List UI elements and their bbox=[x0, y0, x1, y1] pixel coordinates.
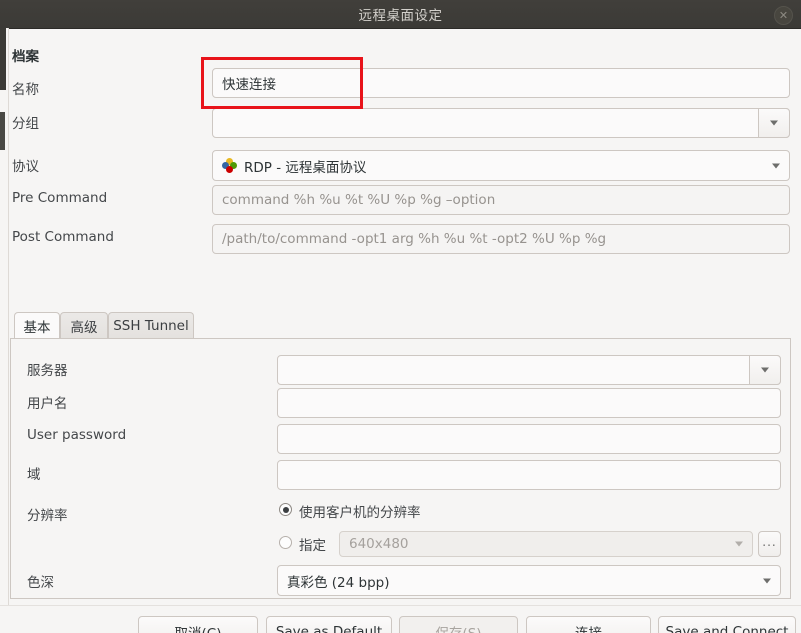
post-command-label: Post Command bbox=[12, 229, 114, 245]
dialog-footer: 取消(C) Save as Default 保存(S) 连接 Save and … bbox=[0, 605, 801, 633]
tab-advanced-label: 高级 bbox=[70, 320, 98, 336]
name-label: 名称 bbox=[12, 82, 39, 98]
basic-tab-panel: 服务器 用户名 User password 域 分辨率 使用客户机的分辨率 指定… bbox=[10, 339, 791, 599]
resolution-custom-label[interactable]: 指定 bbox=[299, 534, 326, 554]
server-combobox[interactable] bbox=[277, 355, 781, 385]
close-icon[interactable]: ✕ bbox=[774, 6, 793, 25]
remote-desktop-preferences-dialog: 远程桌面设定 ✕ 档案 名称 快速连接 分组 协议 RDP - 远程桌面协议 P… bbox=[0, 0, 801, 633]
chevron-down-icon bbox=[772, 163, 780, 168]
post-command-placeholder: /path/to/command -opt1 arg %h %u %t -opt… bbox=[222, 231, 607, 247]
chevron-down-icon bbox=[735, 541, 743, 547]
tab-bar: 基本 高级 SSH Tunnel bbox=[10, 312, 791, 339]
rdp-protocol-icon bbox=[222, 158, 237, 173]
name-input-value: 快速连接 bbox=[222, 77, 276, 93]
resolution-custom-radio[interactable] bbox=[279, 536, 292, 549]
resolution-browse-button[interactable]: ... bbox=[758, 531, 781, 557]
profile-section-title: 档案 bbox=[12, 49, 39, 65]
dialog-content: 档案 名称 快速连接 分组 协议 RDP - 远程桌面协议 Pre Comman… bbox=[0, 28, 801, 633]
domain-input[interactable] bbox=[277, 460, 781, 490]
pre-command-input[interactable]: command %h %u %t %U %p %g –option bbox=[212, 185, 790, 215]
tab-basic[interactable]: 基本 bbox=[14, 312, 60, 339]
user-password-input[interactable] bbox=[277, 424, 781, 454]
domain-label: 域 bbox=[27, 467, 41, 483]
save-as-default-button-label: Save as Default bbox=[275, 624, 383, 633]
username-label: 用户名 bbox=[27, 396, 68, 412]
tab-advanced[interactable]: 高级 bbox=[60, 312, 108, 339]
protocol-combobox-value: RDP - 远程桌面协议 bbox=[244, 159, 367, 176]
resolution-browse-label: ... bbox=[762, 534, 777, 549]
server-label: 服务器 bbox=[27, 363, 68, 379]
cancel-button[interactable]: 取消(C) bbox=[138, 616, 258, 633]
resolution-use-client-radio[interactable] bbox=[279, 503, 292, 516]
connect-button[interactable]: 连接 bbox=[526, 616, 651, 633]
chevron-down-icon bbox=[763, 578, 771, 583]
save-and-connect-button-label: Save and Connect bbox=[665, 624, 789, 633]
post-command-input[interactable]: /path/to/command -opt1 arg %h %u %t -opt… bbox=[212, 224, 790, 254]
save-button-label: 保存(S) bbox=[435, 622, 481, 633]
chevron-down-icon bbox=[761, 367, 769, 373]
chevron-down-icon bbox=[770, 120, 778, 126]
tab-basic-label: 基本 bbox=[23, 320, 51, 336]
color-depth-label: 色深 bbox=[27, 575, 54, 591]
name-input[interactable]: 快速连接 bbox=[212, 68, 790, 98]
group-label: 分组 bbox=[12, 116, 39, 132]
pre-command-label: Pre Command bbox=[12, 190, 108, 206]
group-combobox[interactable] bbox=[212, 108, 790, 138]
cancel-button-label: 取消(C) bbox=[175, 622, 222, 633]
username-input[interactable] bbox=[277, 388, 781, 418]
save-as-default-button[interactable]: Save as Default bbox=[266, 616, 392, 633]
resolution-label: 分辨率 bbox=[27, 508, 68, 524]
resolution-custom-combobox[interactable]: 640x480 bbox=[339, 531, 753, 557]
color-depth-combobox[interactable]: 真彩色 (24 bpp) bbox=[277, 565, 781, 596]
protocol-label: 协议 bbox=[12, 159, 39, 175]
tab-ssh-tunnel[interactable]: SSH Tunnel bbox=[108, 312, 194, 339]
tab-ssh-tunnel-label: SSH Tunnel bbox=[113, 318, 189, 334]
resolution-custom-value: 640x480 bbox=[349, 536, 409, 552]
titlebar: 远程桌面设定 ✕ bbox=[0, 0, 801, 29]
protocol-combobox[interactable]: RDP - 远程桌面协议 bbox=[212, 150, 790, 181]
color-depth-value: 真彩色 (24 bpp) bbox=[287, 574, 390, 591]
pre-command-placeholder: command %h %u %t %U %p %g –option bbox=[222, 192, 496, 208]
connect-button-label: 连接 bbox=[575, 622, 602, 633]
resolution-use-client-label[interactable]: 使用客户机的分辨率 bbox=[299, 501, 421, 521]
save-button: 保存(S) bbox=[399, 616, 518, 633]
user-password-label: User password bbox=[27, 427, 127, 443]
window-title: 远程桌面设定 bbox=[358, 8, 443, 24]
save-and-connect-button[interactable]: Save and Connect bbox=[658, 616, 796, 633]
